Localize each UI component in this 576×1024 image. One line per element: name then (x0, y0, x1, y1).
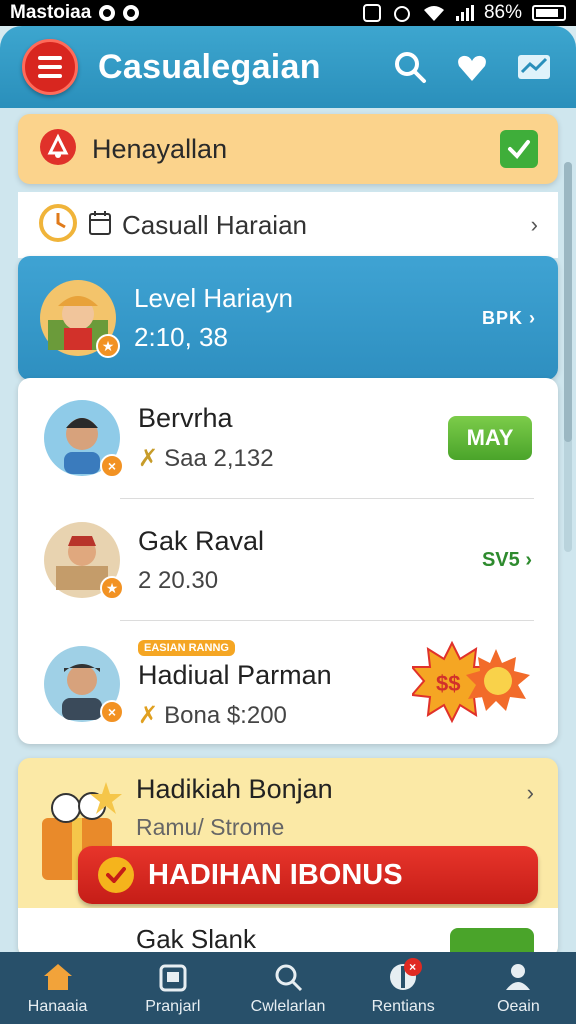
bonus-title: Hadikiah Bonjan (136, 774, 333, 804)
list-item[interactable]: Gak Slank (18, 908, 558, 952)
check-icon (98, 857, 134, 893)
nav-item-home[interactable]: Hanaaia (0, 952, 115, 1024)
list-item[interactable]: × EASIAN RANNG Hadiual Parman ✗ Bona $:20… (18, 624, 558, 744)
list-item[interactable]: × Bervrha ✗ Saa 2,132 MAY (18, 378, 558, 498)
timer-icon (38, 203, 78, 248)
list-item-name: Gak Slank (136, 924, 256, 952)
list-item-sub: 2 20.30 (138, 566, 219, 594)
content-area[interactable]: Henayallan Casuall Haraian › ★ Level Har… (0, 108, 576, 952)
nav-label: Cwlelarlan (250, 998, 326, 1015)
promo-tag: EASIAN RANNG (138, 640, 235, 656)
casual-row-label: Casuall Haraian (122, 209, 307, 240)
avatar: × (44, 646, 124, 724)
star-badge-icon: ★ (100, 576, 124, 600)
list-item[interactable]: ★ Gak Raval 2 20.30 SV5 › (18, 500, 558, 620)
list-item-sub: Bona $:200 (164, 701, 287, 729)
scrollbar[interactable] (564, 162, 572, 552)
search-icon[interactable] (390, 47, 430, 87)
tools-icon: ✗ (138, 445, 159, 472)
alarm-icon (393, 6, 410, 22)
nav-item-schedule[interactable]: Pranjarl (115, 952, 230, 1024)
calendar-icon (88, 210, 112, 241)
nav-item-profile[interactable]: Oeain (461, 952, 576, 1024)
avatar: × (44, 400, 124, 478)
bonus-button[interactable]: HADIHAN IBONUS (78, 846, 538, 904)
home-icon (41, 960, 75, 994)
mail-icon[interactable] (514, 47, 554, 87)
nav-item-search[interactable]: Cwlelarlan (230, 952, 345, 1024)
battery-icon (532, 5, 566, 21)
level-value: 2:10, 38 (134, 322, 228, 352)
level-card[interactable]: ★ Level Hariayn 2:10, 38 BPK › (18, 256, 558, 380)
chevron-right-icon: › (526, 780, 534, 805)
notification-icon (99, 5, 116, 21)
profile-icon (501, 960, 535, 994)
chevron-right-icon: › (530, 212, 538, 237)
notification-badge: × (403, 958, 422, 976)
svg-text:$$: $$ (436, 671, 460, 696)
favorite-icon[interactable] (452, 47, 492, 87)
money-burst-icon: $$ (409, 639, 532, 730)
nav-item-rewards[interactable]: × Rentians (346, 952, 461, 1024)
nav-label: Oeain (497, 998, 540, 1015)
signal-icon (455, 5, 474, 21)
list-item-action-button[interactable] (450, 928, 534, 952)
nav-label: Rentians (371, 998, 435, 1015)
list-item-price[interactable]: SV5 › (482, 549, 532, 572)
star-badge-icon: × (100, 700, 124, 724)
alert-icon (38, 127, 78, 172)
bottom-nav: Hanaaia Pranjarl Cwlelarlan × Rentians O… (0, 952, 576, 1024)
bonus-card[interactable]: Hadikiah Bonjan Ramu/ Strome › HADIHAN I… (18, 758, 558, 952)
search-icon (271, 960, 305, 994)
list-item-sub: Saa 2,132 (164, 444, 274, 472)
app-bar: Casualegaian (0, 26, 576, 108)
avatar: ★ (40, 280, 120, 358)
star-badge-icon: × (100, 454, 124, 478)
battery-percent: 86% (483, 2, 522, 23)
list-item-action-button[interactable]: MAY (448, 416, 532, 460)
bonus-button-label: HADIHAN IBONUS (148, 858, 403, 891)
star-badge-icon: ★ (96, 334, 120, 358)
player-list: × Bervrha ✗ Saa 2,132 MAY ★ Gak Raval 2 2… (18, 378, 558, 744)
menu-button[interactable] (22, 39, 78, 95)
wifi-icon (423, 6, 444, 21)
phone-icon (362, 4, 381, 22)
notification-icon (123, 5, 140, 21)
app-title: Casualegaian (98, 47, 321, 86)
level-right-label[interactable]: BPK › (482, 308, 536, 329)
level-title: Level Hariayn (134, 283, 293, 313)
banner-title: Henayallan (92, 133, 228, 164)
tools-icon: ✗ (138, 702, 159, 729)
nav-label: Pranjarl (145, 998, 201, 1015)
bonus-subtitle: Ramu/ Strome (136, 814, 285, 840)
carrier-label: Mastoiaa (10, 2, 92, 23)
nav-label: Hanaaia (27, 998, 88, 1015)
list-item-name: Bervrha (138, 403, 233, 433)
list-item-name: Hadiual Parman (138, 660, 332, 690)
top-banner[interactable]: Henayallan (18, 114, 558, 184)
avatar: ★ (44, 522, 124, 600)
calendar-icon (156, 960, 190, 994)
status-bar: Mastoiaa 86% (0, 0, 576, 26)
list-item-name: Gak Raval (138, 525, 265, 556)
check-icon[interactable] (500, 130, 538, 168)
casual-row[interactable]: Casuall Haraian › (18, 192, 558, 258)
